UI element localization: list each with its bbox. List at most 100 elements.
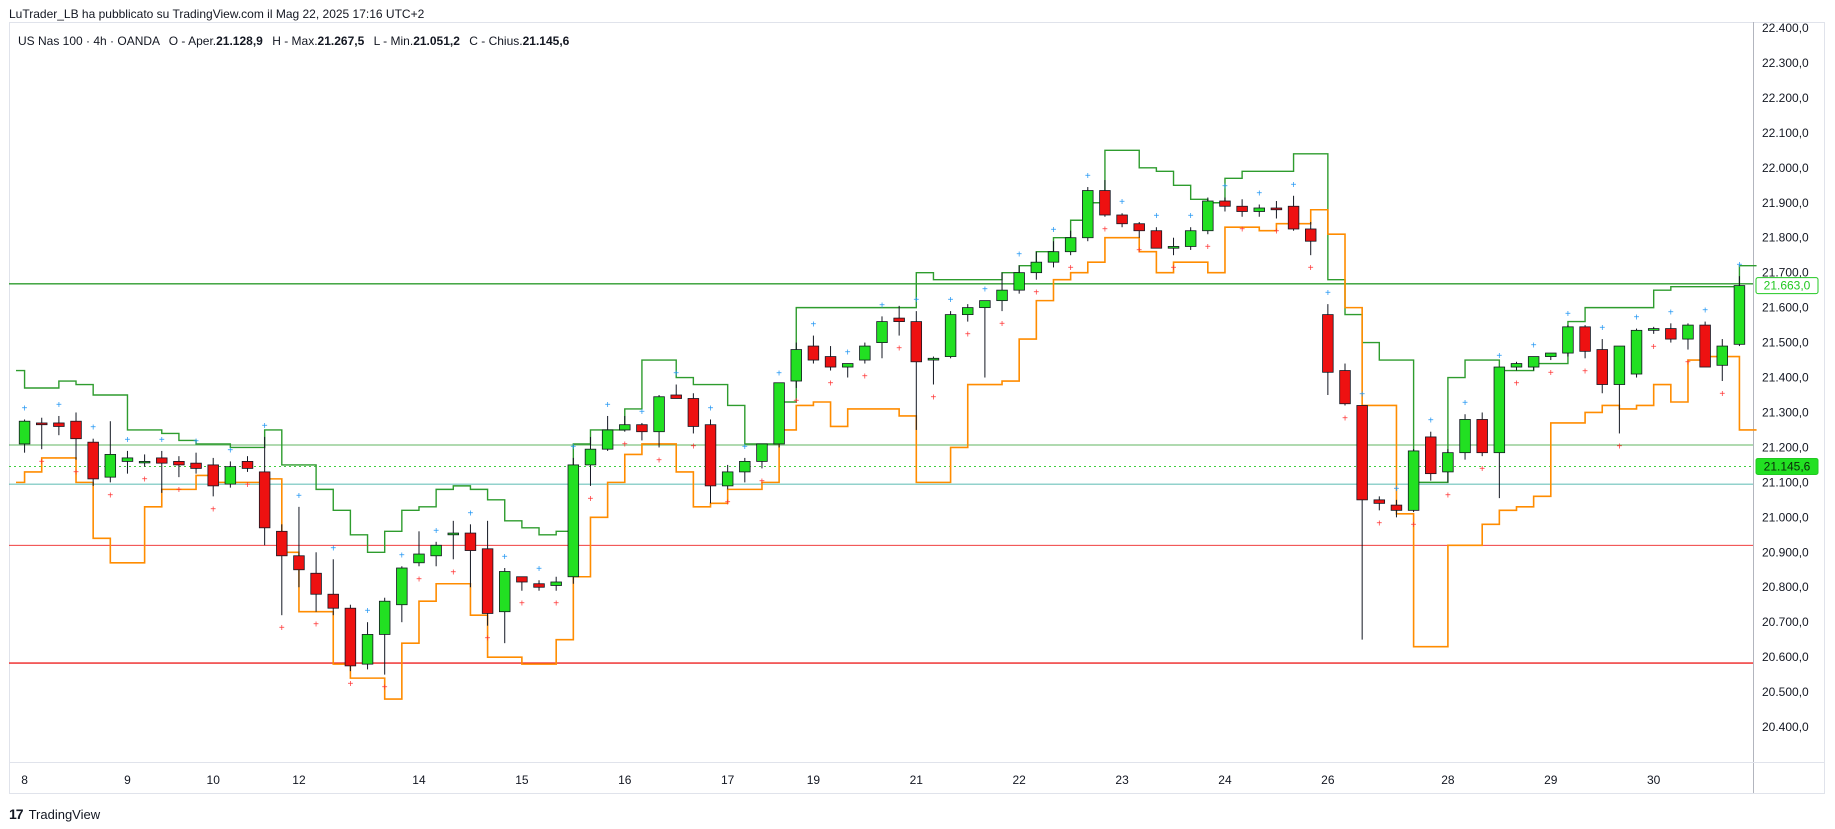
candle[interactable] — [156, 450, 168, 493]
candle[interactable] — [636, 422, 648, 441]
candle[interactable] — [1287, 195, 1300, 231]
candle[interactable] — [1270, 201, 1283, 219]
candle[interactable] — [396, 566, 408, 623]
candle[interactable] — [53, 415, 65, 436]
candle[interactable] — [87, 438, 99, 486]
candle[interactable] — [1373, 496, 1386, 511]
candle[interactable] — [1030, 251, 1043, 280]
candle[interactable] — [1493, 366, 1506, 499]
candle[interactable] — [224, 461, 237, 488]
candle[interactable] — [1527, 356, 1540, 371]
candle[interactable] — [499, 568, 511, 644]
candle[interactable] — [1013, 265, 1025, 294]
candle[interactable] — [653, 395, 665, 448]
candle[interactable] — [241, 456, 254, 472]
candle[interactable] — [516, 576, 528, 591]
price-chart[interactable]: + + + + + + + + + + + + + + + + + + + + + + + + + + + + + + + + + + + + + + + +… — [0, 0, 1835, 829]
candle[interactable] — [1579, 325, 1591, 359]
candle[interactable] — [1630, 328, 1643, 378]
candle[interactable] — [1476, 412, 1488, 457]
candle[interactable] — [670, 384, 682, 399]
candle[interactable] — [1390, 499, 1403, 518]
tradingview-logo[interactable]: 17 TradingView — [9, 806, 100, 822]
candle[interactable] — [1099, 180, 1111, 217]
candle[interactable] — [859, 342, 871, 364]
candle[interactable] — [1459, 414, 1471, 460]
candle[interactable] — [104, 421, 117, 483]
candle[interactable] — [1236, 199, 1248, 217]
candle[interactable] — [1167, 237, 1180, 256]
candle[interactable] — [207, 457, 219, 497]
candle[interactable] — [944, 311, 957, 359]
candle[interactable] — [1407, 449, 1420, 513]
candle[interactable] — [790, 342, 802, 389]
candle[interactable] — [1545, 352, 1557, 361]
candle[interactable] — [1202, 197, 1214, 235]
candle[interactable] — [70, 412, 82, 460]
candle[interactable] — [962, 304, 974, 322]
candle[interactable] — [533, 580, 545, 591]
candle[interactable] — [36, 417, 48, 450]
candle[interactable] — [979, 300, 991, 378]
candle[interactable] — [121, 450, 134, 474]
candle[interactable] — [1253, 204, 1265, 217]
candle[interactable] — [1510, 361, 1523, 371]
candle[interactable] — [893, 305, 905, 336]
candle[interactable] — [927, 356, 940, 385]
candle[interactable] — [1613, 345, 1626, 434]
candle[interactable] — [1733, 276, 1746, 347]
candle[interactable] — [756, 443, 768, 469]
candle[interactable] — [1339, 363, 1351, 406]
candle[interactable] — [1716, 339, 1728, 382]
candle[interactable] — [1425, 431, 1437, 481]
candle[interactable] — [1442, 449, 1454, 483]
candle[interactable] — [1082, 187, 1094, 242]
candle[interactable] — [447, 520, 460, 560]
candle[interactable] — [1682, 323, 1694, 350]
candle[interactable] — [1322, 304, 1334, 395]
candle[interactable] — [876, 316, 888, 359]
candle[interactable] — [1699, 321, 1711, 368]
candle[interactable] — [138, 454, 151, 467]
candle[interactable] — [1647, 326, 1660, 334]
candle[interactable] — [258, 436, 271, 546]
candle[interactable] — [1219, 197, 1231, 212]
candle[interactable] — [344, 604, 357, 672]
candle[interactable] — [464, 524, 477, 588]
candle[interactable] — [550, 576, 562, 591]
candle[interactable] — [1150, 227, 1163, 249]
candle[interactable] — [841, 363, 854, 378]
candle[interactable] — [276, 524, 288, 616]
candle[interactable] — [1562, 325, 1574, 357]
candle[interactable] — [1184, 227, 1197, 250]
candle[interactable] — [1356, 405, 1368, 640]
price-axis[interactable]: 22.400,0 22.300,0 22.200,0 22.100,0 22.000,0… — [1762, 21, 1809, 734]
candle[interactable] — [996, 272, 1008, 312]
candle[interactable] — [18, 419, 31, 453]
candle[interactable] — [1064, 230, 1077, 256]
candle[interactable] — [293, 506, 305, 588]
candle[interactable] — [1047, 241, 1060, 268]
candle[interactable] — [739, 457, 751, 483]
time-axis[interactable]: 8 9 10 12 14 15 16 17 19 21 22 23 24 26 28 29 30 — [21, 773, 1660, 787]
candle[interactable] — [430, 541, 442, 567]
candle[interactable] — [1596, 339, 1608, 394]
candle[interactable] — [190, 452, 202, 474]
candle[interactable] — [567, 457, 580, 584]
candle[interactable] — [773, 382, 785, 448]
candle[interactable] — [721, 464, 734, 490]
candle[interactable] — [361, 622, 374, 670]
candle[interactable] — [327, 559, 339, 616]
candle[interactable] — [413, 531, 425, 567]
candle[interactable] — [807, 335, 820, 364]
candle[interactable] — [310, 552, 322, 612]
candle[interactable] — [1133, 221, 1145, 238]
candle[interactable] — [1665, 323, 1677, 343]
candle[interactable] — [481, 520, 494, 626]
candle[interactable] — [601, 415, 614, 451]
candle[interactable] — [1304, 221, 1317, 256]
candle[interactable] — [910, 311, 923, 430]
candle[interactable] — [824, 346, 837, 371]
candle[interactable] — [619, 415, 631, 432]
candle[interactable] — [704, 419, 717, 504]
